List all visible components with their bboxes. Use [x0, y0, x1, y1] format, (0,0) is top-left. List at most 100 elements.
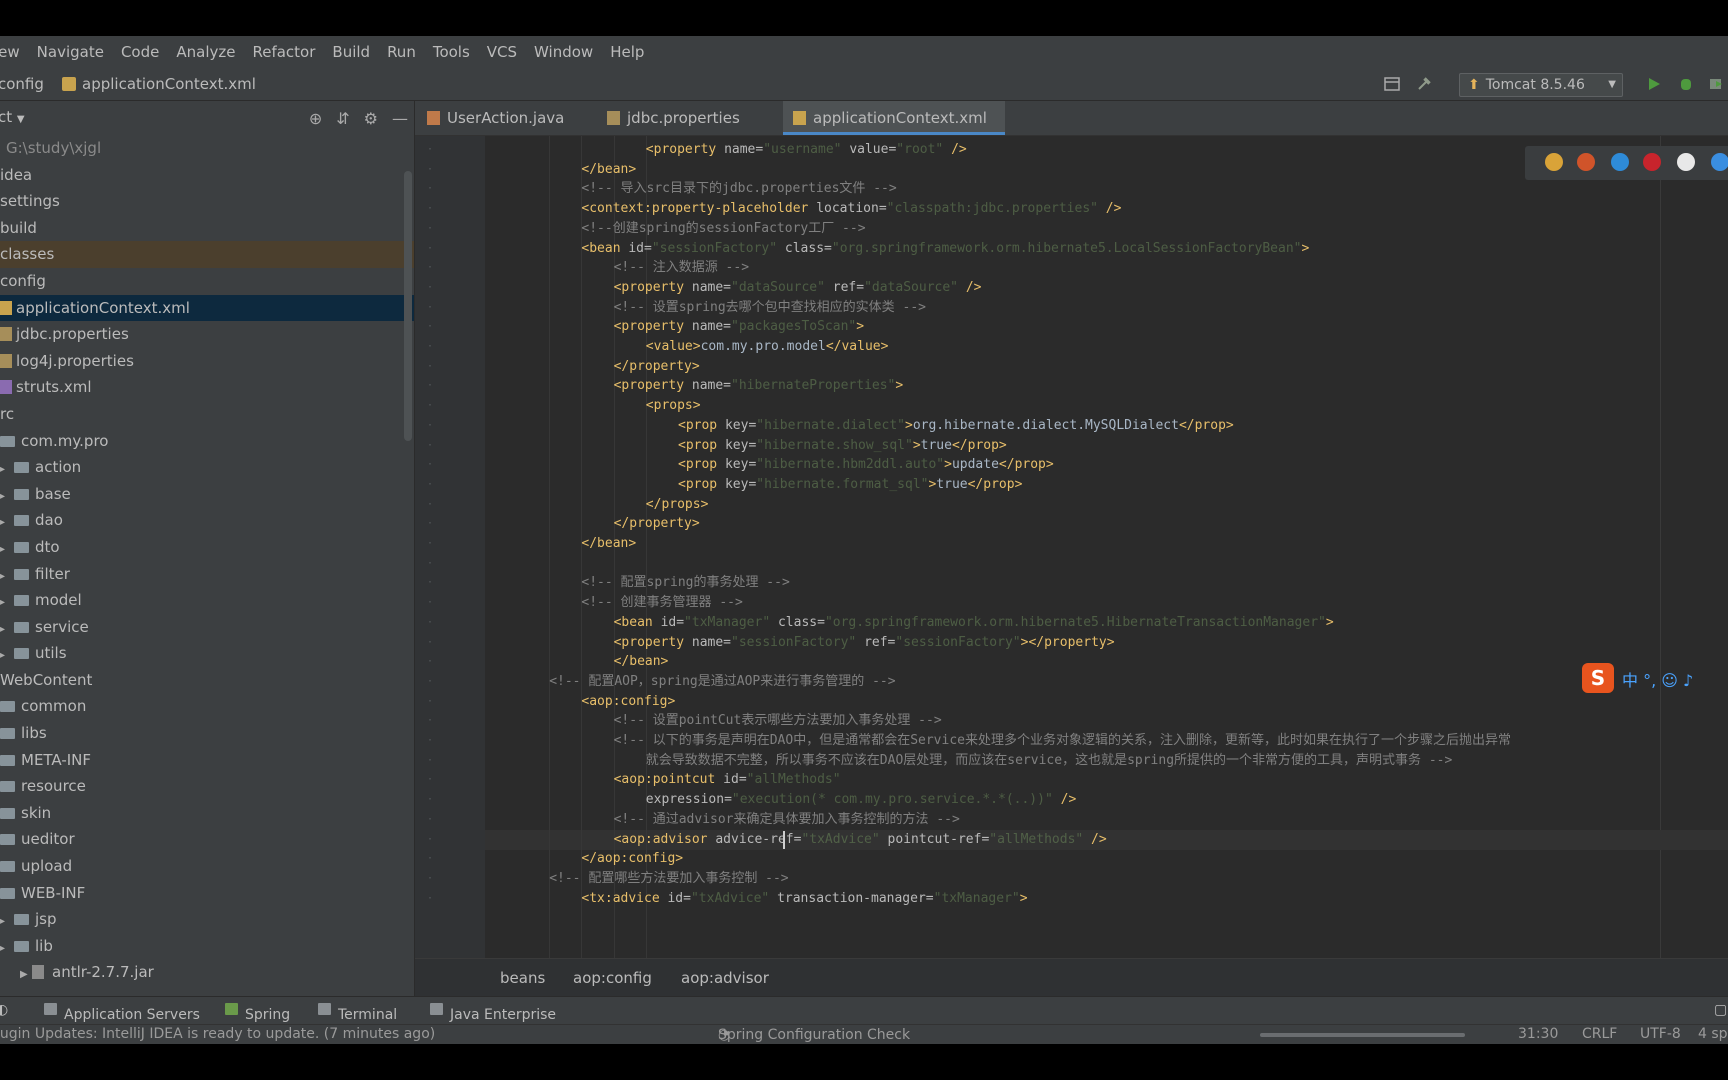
code-line[interactable]: </bean>: [581, 160, 636, 180]
tree-item[interactable]: settings: [0, 188, 414, 215]
code-line[interactable]: <property name="hibernateProperties">: [614, 376, 904, 396]
code-line[interactable]: <!-- 导入src目录下的jdbc.properties文件 -->: [581, 179, 896, 199]
expand-arrow-icon[interactable]: ▸: [0, 510, 12, 536]
ie-icon[interactable]: [1711, 153, 1728, 171]
menu-run[interactable]: Run: [387, 43, 416, 61]
tree-item[interactable]: ▸ lib: [0, 933, 414, 960]
menu-code[interactable]: Code: [121, 43, 159, 61]
tree-item[interactable]: WEB-INF: [0, 880, 414, 907]
nav-crumb-folder[interactable]: config: [0, 75, 44, 93]
code-line[interactable]: <prop key="hibernate.format_sql">true</p…: [678, 475, 1022, 495]
code-line[interactable]: <property name="packagesToScan">: [614, 317, 864, 337]
code-line[interactable]: <!-- 设置spring去哪个包中查找相应的实体类 -->: [614, 298, 926, 318]
tab-useraction-java[interactable]: UserAction.java: [427, 101, 577, 135]
toolwindow-terminal[interactable]: Terminal: [318, 1002, 397, 1023]
tree-item[interactable]: ▸ service: [0, 614, 414, 641]
code-line[interactable]: </property>: [614, 514, 700, 534]
code-line[interactable]: <!-- 通过advisor来确定具体要加入事务控制的方法 -->: [614, 810, 960, 830]
code-line[interactable]: <props>: [646, 396, 701, 416]
tab-applicationcontext-xml[interactable]: applicationContext.xml: [783, 101, 1005, 135]
tree-item[interactable]: ueditor: [0, 826, 414, 853]
code-line[interactable]: <value>com.my.pro.model</value>: [646, 337, 889, 357]
code-line[interactable]: <!-- 配置spring的事务处理 -->: [581, 573, 789, 593]
tree-item[interactable]: resource: [0, 773, 414, 800]
debug-icon[interactable]: [1678, 76, 1694, 92]
chrome-icon[interactable]: [1545, 153, 1563, 171]
code-line[interactable]: <bean id="sessionFactory" class="org.spr…: [581, 239, 1309, 259]
tree-item[interactable]: build: [0, 215, 414, 242]
line-number-gutter[interactable]: · · · · · · · · · · · · · · · · · · · · · · · · · · · · · · · · · · · · · · ·: [415, 136, 485, 958]
toolwindow-application-servers[interactable]: Application Servers: [44, 1002, 200, 1023]
code-line[interactable]: <tx:advice id="txAdvice" transaction-man…: [581, 889, 1027, 909]
menu-analyze[interactable]: Analyze: [176, 43, 235, 61]
code-line[interactable]: <!-- 以下的事务是声明在DAO中，但是通常都会在Service来处理多个业务…: [614, 731, 1511, 751]
yandex-icon[interactable]: [1677, 153, 1695, 171]
code-line[interactable]: </aop:config>: [581, 849, 683, 869]
menu-view[interactable]: iew: [0, 43, 20, 61]
expand-arrow-icon[interactable]: ▸: [0, 537, 12, 563]
indent-setting[interactable]: 4 sp: [1698, 1026, 1728, 1042]
code-line[interactable]: <aop:pointcut id="allMethods": [614, 770, 841, 790]
tree-item[interactable]: log4j.properties: [0, 348, 414, 375]
tree-item[interactable]: upload: [0, 853, 414, 880]
tree-item[interactable]: ▸ model: [0, 587, 414, 614]
collapse-all-icon[interactable]: ⇵: [336, 109, 349, 128]
background-progress-bar[interactable]: [1260, 1033, 1465, 1037]
hide-icon[interactable]: —: [392, 109, 408, 128]
code-editor[interactable]: <property name="username" value="root" /…: [485, 136, 1728, 958]
tree-item[interactable]: skin: [0, 800, 414, 827]
code-line[interactable]: <!-- 注入数据源 -->: [614, 258, 749, 278]
sogou-logo-icon[interactable]: S: [1582, 663, 1614, 693]
expand-arrow-icon[interactable]: ▸: [0, 564, 12, 590]
tree-item[interactable]: ▸ utils: [0, 640, 414, 667]
code-line[interactable]: <aop:advisor advice-ref="txAdvice" point…: [614, 830, 1107, 850]
code-line[interactable]: <prop key="hibernate.show_sql">true</pro…: [678, 436, 1007, 456]
menu-refactor[interactable]: Refactor: [252, 43, 315, 61]
menu-build[interactable]: Build: [332, 43, 370, 61]
expand-arrow-icon[interactable]: ▸: [0, 909, 12, 935]
code-line[interactable]: <prop key="hibernate.dialect">org.hibern…: [678, 416, 1234, 436]
toolwindow-spring[interactable]: Spring: [225, 1002, 290, 1023]
gear-icon[interactable]: ⚙: [364, 109, 378, 128]
tree-item[interactable]: classes: [0, 241, 414, 268]
event-log-icon[interactable]: ▢: [1714, 1002, 1727, 1018]
code-line[interactable]: </props>: [646, 495, 709, 515]
code-line[interactable]: <!-- 配置AOP，spring是通过AOP来进行事务管理的 -->: [549, 672, 895, 692]
ime-status[interactable]: 中 °, ☺ ♪: [1622, 667, 1693, 691]
safari-icon[interactable]: [1611, 153, 1629, 171]
opera-icon[interactable]: [1643, 153, 1661, 171]
tree-item[interactable]: ▸ action: [0, 454, 414, 481]
project-scrollbar[interactable]: [404, 171, 412, 441]
code-line[interactable]: <property name="username" value="root" /…: [646, 140, 967, 160]
code-line[interactable]: <aop:config>: [581, 692, 675, 712]
tree-item[interactable]: config: [0, 268, 414, 295]
caret-position[interactable]: 31:30: [1518, 1026, 1558, 1042]
locate-icon[interactable]: ⊕: [309, 109, 322, 128]
run-configuration-select[interactable]: ⬆ Tomcat 8.5.46 ▼: [1459, 73, 1623, 97]
tree-item[interactable]: ▸ jsp: [0, 906, 414, 933]
nav-crumb-file[interactable]: applicationContext.xml: [62, 75, 256, 93]
expand-arrow-icon[interactable]: ▸: [0, 643, 12, 669]
project-structure-icon[interactable]: [1384, 76, 1400, 92]
tool-window-toggle-icon[interactable]: ◐: [0, 1002, 8, 1018]
line-separator[interactable]: CRLF: [1582, 1026, 1617, 1042]
expand-arrow-icon[interactable]: ▶: [20, 962, 32, 988]
code-line[interactable]: <!-- 配置哪些方法要加入事务控制 -->: [549, 869, 788, 889]
tree-item[interactable]: ▶ antlr-2.7.7.jar: [0, 959, 414, 986]
tree-item[interactable]: common: [0, 693, 414, 720]
status-message[interactable]: lugin Updates: IntelliJ IDEA is ready to…: [0, 1026, 435, 1042]
code-line[interactable]: <bean id="txManager" class="org.springfr…: [614, 613, 1334, 633]
tab-jdbc-properties[interactable]: jdbc.properties: [607, 101, 757, 135]
tree-item[interactable]: rc: [0, 401, 414, 428]
toolwindow-java-enterprise[interactable]: Java Enterprise: [430, 1002, 556, 1023]
code-line[interactable]: <property name="dataSource" ref="dataSou…: [614, 278, 982, 298]
code-line[interactable]: <!-- 设置pointCut表示哪些方法要加入事务处理 -->: [614, 711, 942, 731]
tree-item[interactable]: idea: [0, 162, 414, 189]
build-hammer-icon[interactable]: [1416, 76, 1432, 92]
firefox-icon[interactable]: [1577, 153, 1595, 171]
tree-item[interactable]: jdbc.properties: [0, 321, 414, 348]
expand-arrow-icon[interactable]: ▸: [0, 617, 12, 643]
tree-item[interactable]: libs: [0, 720, 414, 747]
code-line[interactable]: </bean>: [614, 652, 669, 672]
tree-item[interactable]: struts.xml: [0, 374, 414, 401]
